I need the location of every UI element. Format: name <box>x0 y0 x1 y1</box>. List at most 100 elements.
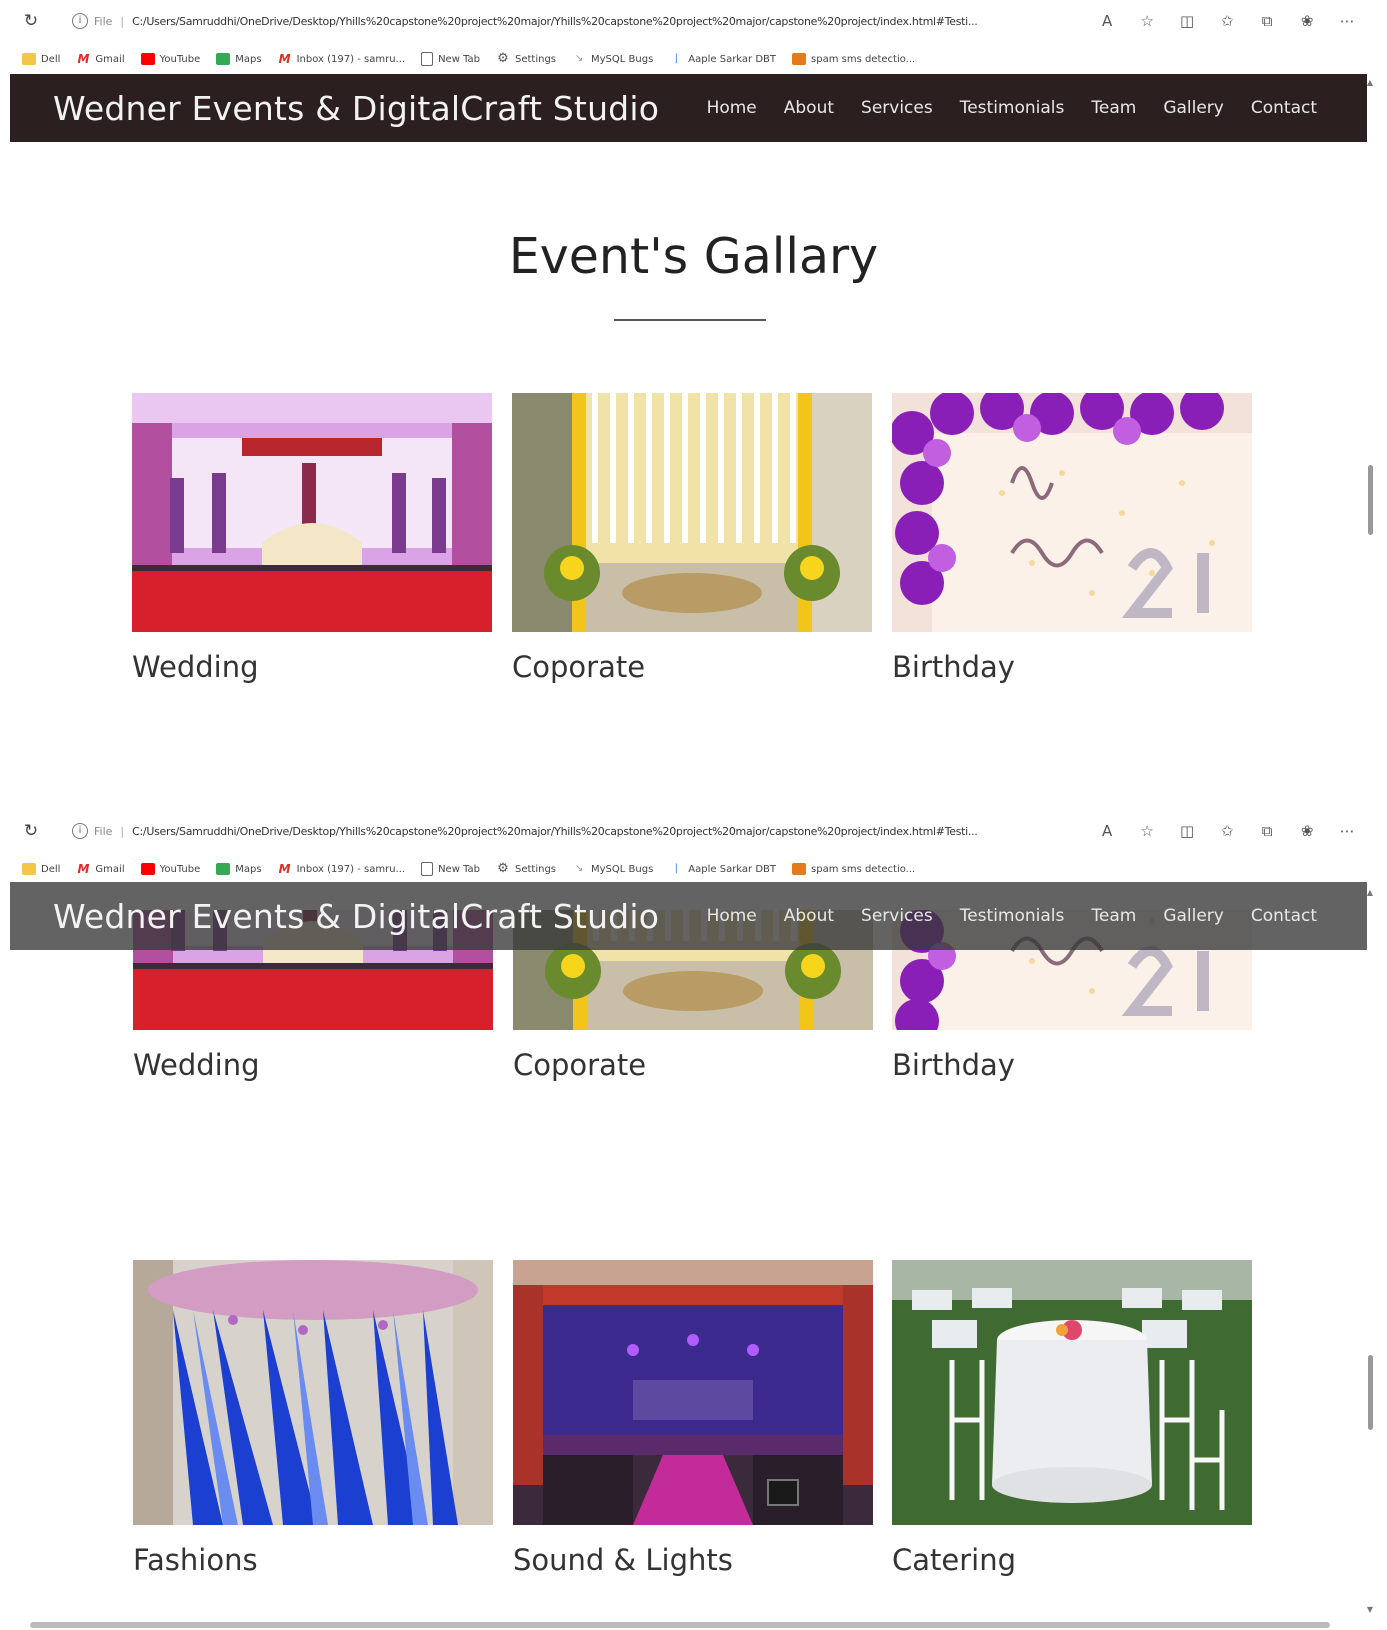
gallery-caption: Catering <box>892 1543 1017 1577</box>
aaple-icon: | <box>674 53 678 64</box>
bookmark-label: Aaple Sarkar DBT <box>688 53 777 65</box>
info-icon[interactable]: i <box>72 13 88 29</box>
more-menu-icon[interactable]: ⋯ <box>1327 12 1367 30</box>
catering-photo <box>892 1260 1252 1525</box>
folder-icon <box>22 53 36 65</box>
bookmark-new-tab[interactable]: New Tab <box>421 52 480 66</box>
nav-team[interactable]: Team <box>1091 906 1136 926</box>
site-brand[interactable]: Wedner Events & DigitalCraft Studio <box>53 89 659 128</box>
split-screen-icon[interactable]: ◫ <box>1167 822 1207 840</box>
bookmark-settings[interactable]: ⚙ Settings <box>496 862 557 875</box>
gallery-card-birthday[interactable]: Birthday <box>892 393 1252 684</box>
bookmark-settings[interactable]: ⚙ Settings <box>496 51 556 66</box>
scroll-up-arrow-icon[interactable]: ▲ <box>1367 888 1373 897</box>
reload-icon[interactable]: ↻ <box>20 821 42 841</box>
nav-about[interactable]: About <box>784 906 834 926</box>
gallery-card-sound-lights[interactable]: Sound & Lights <box>513 1260 873 1577</box>
bookmark-label: Settings <box>515 863 557 875</box>
bookmark-inbox[interactable]: M Inbox (197) - samru... <box>278 53 405 65</box>
nav-testimonials[interactable]: Testimonials <box>960 906 1065 926</box>
favorite-star-icon[interactable]: ☆ <box>1127 12 1167 30</box>
bookmark-label: Aaple Sarkar DBT <box>688 863 777 875</box>
favorites-icon[interactable]: ✩ <box>1207 822 1247 840</box>
favorites-icon[interactable]: ✩ <box>1207 12 1247 30</box>
bookmark-maps[interactable]: Maps <box>216 53 262 65</box>
bookmark-label: MySQL Bugs <box>591 863 654 875</box>
scroll-up-arrow-icon[interactable]: ▲ <box>1367 78 1373 87</box>
wedding-photo <box>132 393 492 632</box>
gallery-title: Event's Gallary <box>508 228 879 285</box>
bookmark-maps[interactable]: Maps <box>216 863 262 875</box>
info-icon[interactable]: i <box>72 823 88 839</box>
nav-contact[interactable]: Contact <box>1251 98 1317 118</box>
nav-contact[interactable]: Contact <box>1251 906 1317 926</box>
bookmark-dell[interactable]: Dell <box>22 53 60 65</box>
bookmark-label: Inbox (197) - samru... <box>296 53 406 65</box>
nav-team[interactable]: Team <box>1091 98 1136 118</box>
collections-icon[interactable]: ⧉ <box>1247 822 1287 840</box>
nav-home[interactable]: Home <box>707 98 757 118</box>
bookmark-inbox[interactable]: M Inbox (197) - samru... <box>278 863 405 875</box>
page-icon <box>421 52 434 66</box>
bookmark-aaple-sarkar[interactable]: | Aaple Sarkar DBT <box>669 53 776 65</box>
screenshot-scrolled: ↻ i File | C:/Users/Samruddhi/OneDrive/D… <box>0 810 1387 1630</box>
nav-home[interactable]: Home <box>707 906 757 926</box>
bookmarks-bar: Dell M Gmail YouTube Maps M Inbox (197) - … <box>0 42 1370 76</box>
bookmark-label: Inbox (197) - samru... <box>296 863 406 875</box>
scrollbar-thumb[interactable] <box>1368 465 1373 535</box>
divider: | <box>120 824 125 838</box>
bookmark-label: YouTube <box>159 53 201 65</box>
extension-icon[interactable]: ❀ <box>1287 12 1327 30</box>
spam-icon <box>792 863 807 875</box>
bookmark-spam-sms[interactable]: spam sms detectio... <box>792 53 915 65</box>
collections-icon[interactable]: ⧉ <box>1247 12 1287 30</box>
nav-gallery[interactable]: Gallery <box>1163 906 1224 926</box>
read-aloud-icon[interactable]: A <box>1087 822 1127 840</box>
site-brand[interactable]: Wedner Events & DigitalCraft Studio <box>53 897 659 936</box>
bookmark-aaple-sarkar[interactable]: | Aaple Sarkar DBT <box>669 863 776 875</box>
horizontal-scrollbar[interactable] <box>30 1622 1330 1628</box>
bookmark-youtube[interactable]: YouTube <box>140 53 201 65</box>
nav-gallery[interactable]: Gallery <box>1163 98 1224 118</box>
bookmark-dell[interactable]: Dell <box>22 863 60 875</box>
gmail-icon: M <box>278 862 291 876</box>
bookmark-label: MySQL Bugs <box>591 53 654 65</box>
extension-icon[interactable]: ❀ <box>1287 822 1327 840</box>
nav-about[interactable]: About <box>784 98 834 118</box>
fashions-photo <box>133 1260 493 1525</box>
youtube-icon <box>140 53 155 65</box>
url-field[interactable]: C:/Users/Samruddhi/OneDrive/Desktop/Yhil… <box>132 825 1087 838</box>
more-menu-icon[interactable]: ⋯ <box>1327 822 1367 840</box>
folder-icon <box>22 863 36 875</box>
nav-services[interactable]: Services <box>861 906 933 926</box>
url-field[interactable]: C:/Users/Samruddhi/OneDrive/Desktop/Yhil… <box>132 15 1087 28</box>
nav-services[interactable]: Services <box>861 98 933 118</box>
coporate-photo <box>512 393 872 632</box>
spam-icon <box>792 53 807 65</box>
nav-testimonials[interactable]: Testimonials <box>960 98 1065 118</box>
scroll-down-arrow-icon[interactable]: ▼ <box>1367 1605 1373 1614</box>
bookmark-mysql-bugs[interactable]: ↘ MySQL Bugs <box>572 863 653 875</box>
gallery-caption: Sound & Lights <box>513 1543 733 1577</box>
gear-icon: ⚙ <box>497 51 509 66</box>
split-screen-icon[interactable]: ◫ <box>1167 12 1207 30</box>
gallery-card-fashions[interactable]: Fashions <box>133 1260 493 1577</box>
bookmark-gmail[interactable]: M Gmail <box>76 53 124 65</box>
youtube-icon <box>140 863 155 875</box>
favorite-star-icon[interactable]: ☆ <box>1127 822 1167 840</box>
read-aloud-icon[interactable]: A <box>1087 12 1127 30</box>
bookmark-label: spam sms detectio... <box>811 53 916 65</box>
gallery-card-wedding[interactable]: Wedding <box>132 393 492 684</box>
scrollbar-thumb[interactable] <box>1368 1355 1373 1430</box>
bookmark-gmail[interactable]: M Gmail <box>76 863 124 875</box>
bookmark-spam-sms[interactable]: spam sms detectio... <box>792 863 915 875</box>
gallery-caption: Birthday <box>892 650 1015 684</box>
bookmark-youtube[interactable]: YouTube <box>140 863 200 875</box>
gallery-card-coporate[interactable]: Coporate <box>512 393 872 684</box>
gallery-card-catering[interactable]: Catering <box>892 1260 1252 1577</box>
bookmark-mysql-bugs[interactable]: ↘ MySQL Bugs <box>572 53 653 65</box>
bookmark-new-tab[interactable]: New Tab <box>421 862 480 876</box>
reload-icon[interactable]: ↻ <box>20 11 42 31</box>
gmail-icon: M <box>278 52 291 66</box>
gmail-icon: M <box>77 862 90 876</box>
